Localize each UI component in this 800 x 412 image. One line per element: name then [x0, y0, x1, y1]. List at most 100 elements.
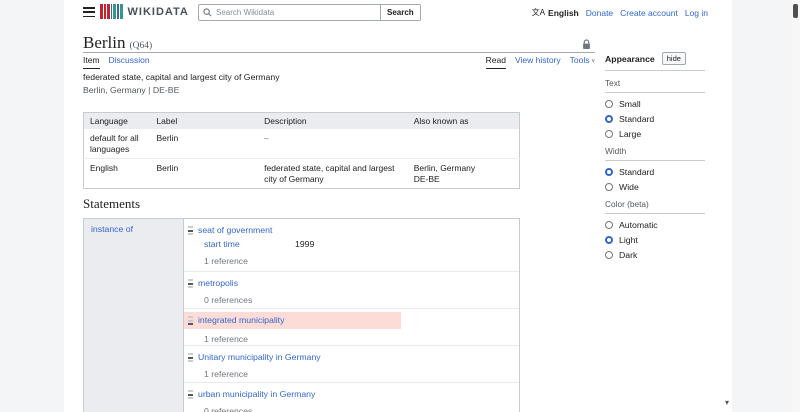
protection-lock-icon	[582, 39, 591, 50]
terms-cell: Berlin	[150, 159, 258, 189]
language-selector[interactable]: English	[548, 8, 579, 18]
claim-main-snak: seat of government	[188, 224, 519, 237]
tabs-left: Item Discussion	[83, 55, 150, 69]
header-link-create-account[interactable]: Create account	[620, 8, 678, 18]
terms-col-header-description: Description	[258, 113, 408, 130]
qualifier-value: 1999	[295, 239, 314, 249]
content-sheet: WIKIDATA Search 文A English Donate Create …	[64, 0, 732, 412]
claim-value-link[interactable]: seat of government	[198, 224, 272, 237]
rank-deprecated-icon[interactable]	[188, 316, 193, 325]
wikidata-logo[interactable]: WIKIDATA	[100, 4, 189, 19]
appearance-section-label-width: Width	[605, 146, 705, 161]
header-link-donate[interactable]: Donate	[586, 8, 613, 18]
appearance-option-large[interactable]: Large	[605, 129, 705, 139]
radio-checked-icon[interactable]	[605, 236, 613, 244]
appearance-title: Appearance	[605, 54, 655, 64]
terms-cell: Berlin, Germany DE-BE	[408, 159, 520, 189]
appearance-section-label-text: Text	[605, 78, 705, 93]
tab-view-history[interactable]: View history	[515, 55, 561, 69]
terms-cell	[408, 129, 520, 159]
terms-col-header-also-known-as: Also known as	[408, 113, 520, 130]
wikidata-logo-text: WIKIDATA	[128, 6, 189, 18]
search-input[interactable]	[198, 4, 380, 21]
language-icon: 文A	[532, 7, 545, 18]
chevron-down-icon: ˅	[591, 59, 595, 65]
appearance-options: Standard Wide	[605, 167, 705, 192]
appearance-option-automatic[interactable]: Automatic	[605, 220, 705, 230]
radio-unchecked-icon[interactable]	[605, 221, 613, 229]
table-row: default for all languagesBerlin–	[84, 129, 520, 159]
statement-claim: Unitary municipality in Germany 1 referen…	[184, 346, 519, 383]
tab-discussion[interactable]: Discussion	[109, 55, 150, 69]
appearance-option-wide[interactable]: Wide	[605, 182, 705, 192]
entity-id: (Q64)	[130, 41, 153, 51]
search-bar: Search	[198, 4, 421, 21]
appearance-header: Appearance hide	[605, 52, 705, 71]
page-title-row: Berlin(Q64)	[83, 33, 595, 53]
wikidata-page: WIKIDATA Search 文A English Donate Create …	[0, 0, 800, 412]
radio-unchecked-icon[interactable]	[605, 183, 613, 191]
references-toggle[interactable]: 0 references	[204, 294, 519, 307]
scrollbar-thumb[interactable]	[793, 4, 798, 18]
tab-read[interactable]: Read	[486, 55, 506, 69]
appearance-option-label: Light	[619, 235, 638, 245]
appearance-option-label: Small	[619, 99, 641, 109]
statements-heading: Statements	[83, 196, 140, 212]
rank-normal-icon[interactable]	[188, 390, 193, 399]
radio-unchecked-icon[interactable]	[605, 100, 613, 108]
qualifier-property-link[interactable]: start time	[204, 238, 295, 251]
statement-property-column: instance of	[84, 219, 184, 412]
scrollbar[interactable]	[792, 0, 800, 412]
statement-claim: integrated municipality 1 reference	[184, 309, 519, 346]
appearance-option-label: Standard	[619, 114, 654, 124]
claim-value-link[interactable]: metropolis	[198, 277, 238, 290]
references-toggle[interactable]: 0 references	[204, 405, 519, 412]
scroll-down-icon[interactable]: ▾	[725, 398, 729, 407]
header-link-log-in[interactable]: Log in	[685, 8, 708, 18]
appearance-hide-button[interactable]: hide	[662, 52, 686, 65]
table-row: EnglishBerlinfederated state, capital an…	[84, 159, 520, 189]
radio-checked-icon[interactable]	[605, 115, 613, 123]
appearance-option-light[interactable]: Light	[605, 235, 705, 245]
statements-table: instance of seat of governmentstart time…	[83, 218, 520, 412]
search-button[interactable]: Search	[380, 4, 421, 21]
references-toggle[interactable]: 1 reference	[204, 368, 519, 381]
appearance-option-standard[interactable]: Standard	[605, 114, 705, 124]
statement-claim: urban municipality in Germany 0 reference…	[184, 383, 519, 412]
references-toggle[interactable]: 1 reference	[204, 333, 519, 346]
appearance-panel: Appearance hide Text Small Standard Large Wi…	[605, 52, 705, 265]
appearance-option-label: Standard	[619, 167, 654, 177]
references-toggle[interactable]: 1 reference	[204, 255, 519, 268]
claim-main-snak: integrated municipality	[184, 312, 401, 329]
terms-cell: –	[258, 129, 408, 159]
user-links: 文A English Donate Create account Log in	[532, 7, 708, 18]
radio-checked-icon[interactable]	[605, 168, 613, 176]
page-tabs: Item Discussion Read View history Tools˅	[83, 55, 595, 69]
claim-value-link[interactable]: urban municipality in Germany	[198, 388, 315, 401]
rank-normal-icon[interactable]	[188, 226, 193, 235]
property-link-instance-of[interactable]: instance of	[91, 224, 133, 234]
appearance-option-standard[interactable]: Standard	[605, 167, 705, 177]
tab-item[interactable]: Item	[83, 55, 100, 69]
claim-value-link[interactable]: Unitary municipality in Germany	[198, 351, 321, 364]
terms-table-body: default for all languagesBerlin–EnglishB…	[84, 129, 520, 189]
radio-unchecked-icon[interactable]	[605, 130, 613, 138]
rank-normal-icon[interactable]	[188, 353, 193, 362]
appearance-option-label: Large	[619, 129, 641, 139]
claim-value-link[interactable]: integrated municipality	[198, 314, 284, 327]
appearance-sections: TextSmallStandardLargeWidthStandardWideC…	[605, 78, 705, 260]
header-links: Donate Create account Log in	[586, 8, 708, 18]
hamburger-menu-icon[interactable]	[83, 7, 95, 17]
appearance-option-label: Wide	[619, 182, 639, 192]
terms-col-header-label: Label	[150, 113, 258, 130]
appearance-option-dark[interactable]: Dark	[605, 250, 705, 260]
radio-unchecked-icon[interactable]	[605, 251, 613, 259]
terms-col-header-language: Language	[84, 113, 151, 130]
rank-normal-icon[interactable]	[188, 279, 193, 288]
appearance-option-label: Dark	[619, 250, 637, 260]
terms-cell: default for all languages	[84, 129, 151, 159]
tab-tools[interactable]: Tools˅	[570, 55, 595, 69]
claim-main-snak: metropolis	[188, 277, 519, 290]
appearance-option-small[interactable]: Small	[605, 99, 705, 109]
appearance-option-label: Automatic	[619, 220, 658, 230]
